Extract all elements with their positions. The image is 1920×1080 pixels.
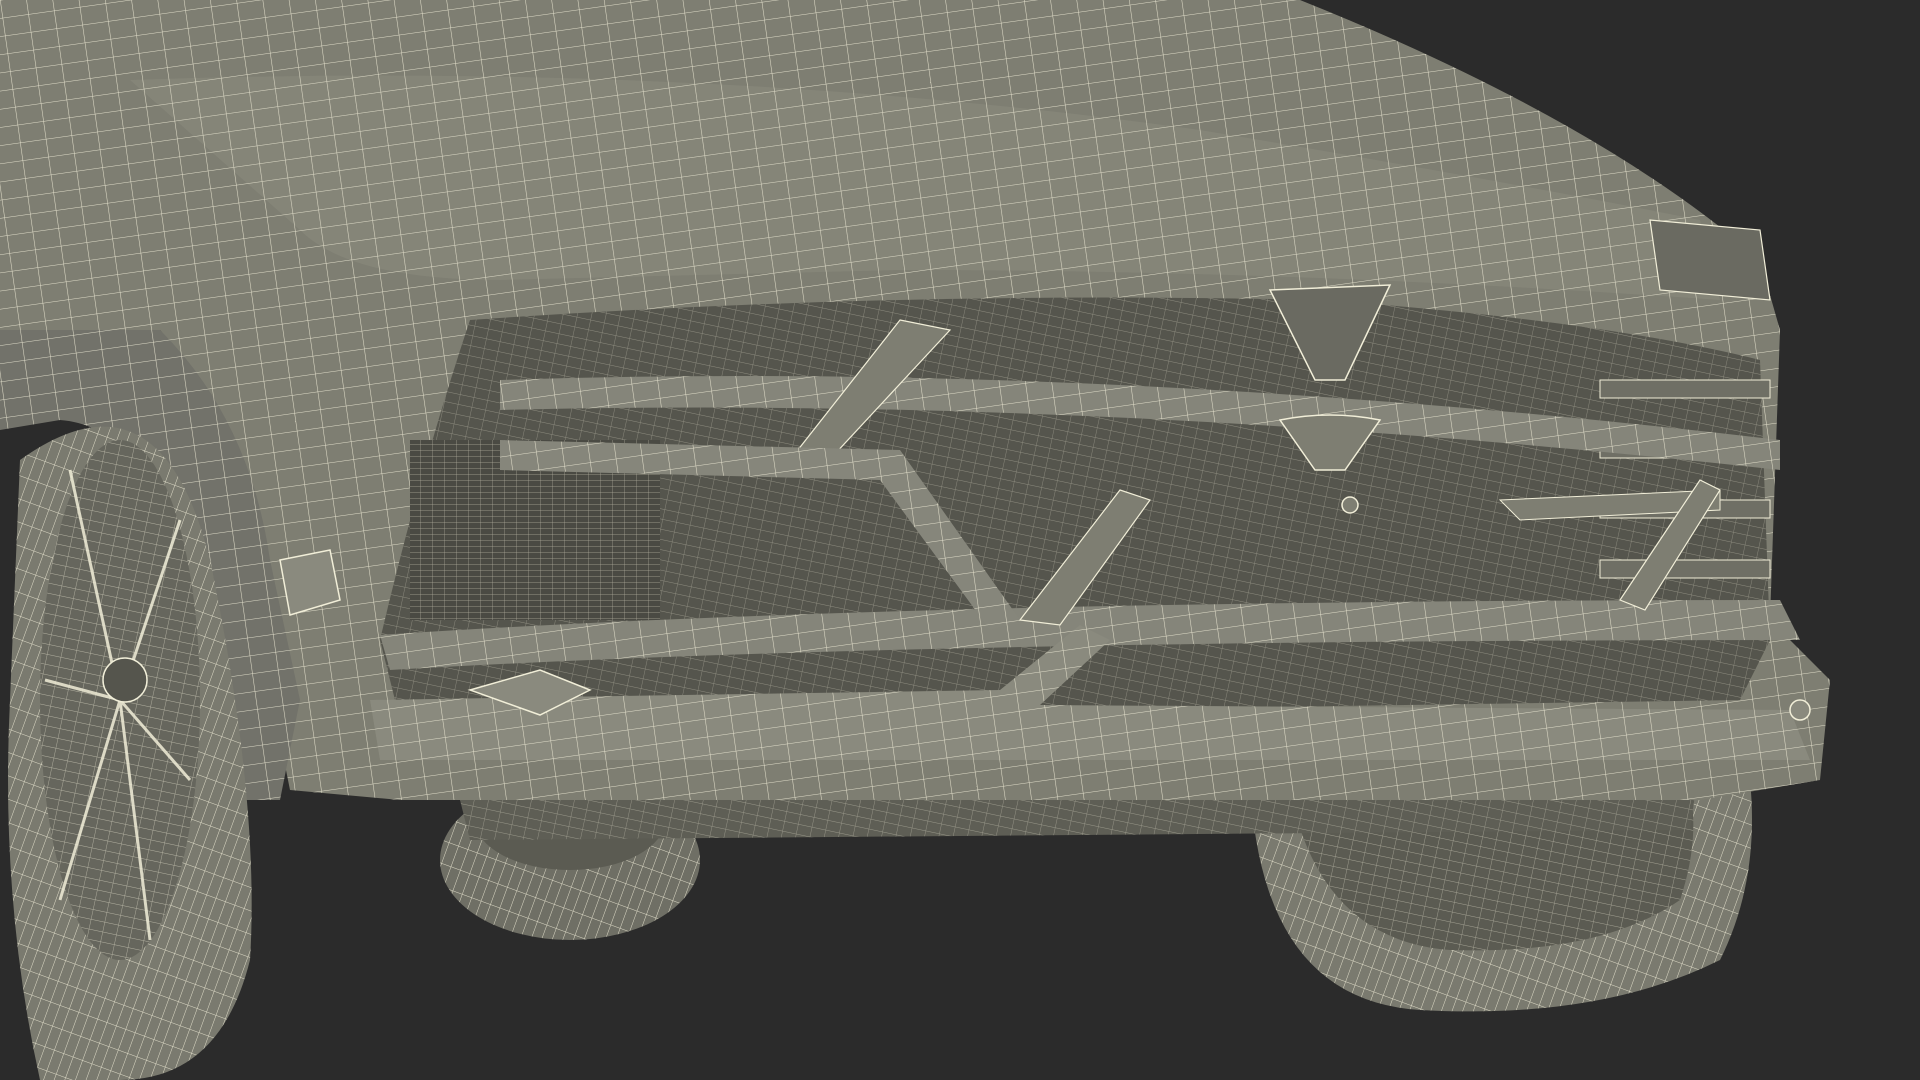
render-viewport bbox=[0, 0, 1920, 1080]
car-wireframe-render bbox=[0, 0, 1920, 1080]
right-headlight bbox=[1649, 219, 1771, 301]
